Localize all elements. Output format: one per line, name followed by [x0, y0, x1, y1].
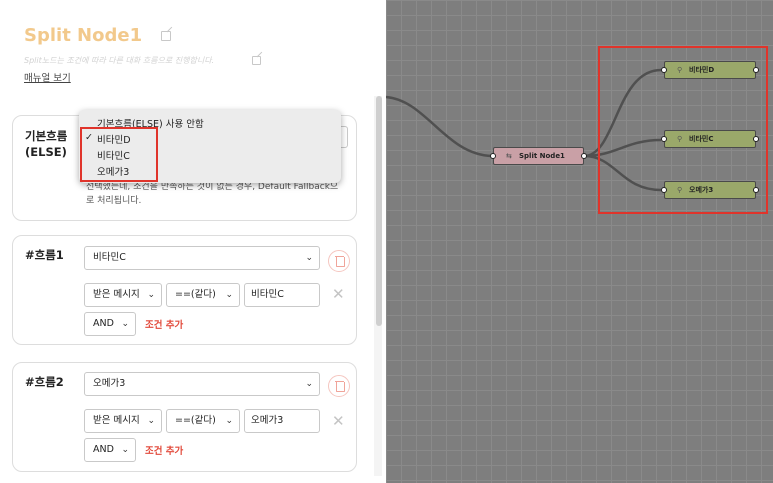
flow-target-select[interactable]: 비타민C ⌄ [84, 246, 320, 270]
add-condition-button[interactable]: 조건 추가 [145, 443, 183, 457]
condition-logic-select[interactable]: AND ⌄ [84, 438, 136, 462]
condition-operator-select[interactable]: ==(같다) ⌄ [166, 409, 240, 433]
page-title: Split Node1 [24, 25, 143, 46]
remove-condition-icon[interactable]: ✕ [332, 287, 345, 302]
chevron-down-icon: ⌄ [121, 445, 129, 455]
manual-link[interactable]: 매뉴얼 보기 [24, 70, 71, 84]
flow-target-select[interactable]: 오메가3 ⌄ [84, 372, 320, 396]
remove-condition-icon[interactable]: ✕ [332, 414, 345, 429]
condition-operator-value: ==(같다) [175, 415, 216, 426]
else-flow-label: 기본흐름 (ELSE) [25, 129, 68, 159]
chevron-down-icon: ⌄ [225, 416, 233, 426]
page-subtitle: Split노드는 조건에 따라 다른 대화 흐름으로 진행합니다. [24, 56, 215, 65]
condition-logic-value: AND [93, 318, 114, 329]
flow-label: #흐름2 [25, 375, 64, 389]
delete-flow-icon[interactable] [328, 250, 350, 272]
chevron-down-icon: ⌄ [305, 379, 313, 389]
flow-label: #흐름1 [25, 248, 64, 262]
flow-canvas[interactable]: ⇆ Split Node1 ⚲ 비타민D ⚲ 비타민C ⚲ 오메가3 [386, 0, 773, 483]
delete-flow-icon[interactable] [328, 375, 350, 397]
split-node[interactable]: ⇆ Split Node1 [493, 147, 584, 165]
flow-target-value: 오메가3 [93, 378, 126, 389]
edit-subtitle-icon[interactable] [252, 56, 261, 65]
condition-value-input[interactable]: 오메가3 [244, 409, 320, 433]
flow-target-value: 비타민C [93, 252, 126, 263]
condition-logic-value: AND [93, 444, 114, 455]
chevron-down-icon: ⌄ [147, 290, 155, 300]
chevron-down-icon: ⌄ [147, 416, 155, 426]
highlight-box-options [80, 127, 158, 182]
condition-field-value: 받은 메시지 [93, 415, 140, 426]
split-node-input-port[interactable] [490, 153, 496, 159]
else-flow-description: 선택했는데, 조건을 만족하는 것이 없는 경우, Default Fallba… [86, 182, 339, 206]
condition-field-select[interactable]: 받은 메시지 ⌄ [84, 283, 162, 307]
chevron-down-icon: ⌄ [305, 253, 313, 263]
split-node-label: Split Node1 [519, 152, 565, 160]
condition-logic-select[interactable]: AND ⌄ [84, 312, 136, 336]
add-condition-button[interactable]: 조건 추가 [145, 317, 183, 331]
highlight-box-nodes [598, 46, 768, 214]
split-node-output-port[interactable] [581, 153, 587, 159]
chevron-down-icon: ⌄ [121, 319, 129, 329]
chevron-down-icon: ⌄ [225, 290, 233, 300]
split-icon: ⇆ [506, 152, 512, 160]
condition-field-value: 받은 메시지 [93, 289, 140, 300]
condition-value-input[interactable]: 비타민C [244, 283, 320, 307]
condition-operator-select[interactable]: ==(같다) ⌄ [166, 283, 240, 307]
condition-field-select[interactable]: 받은 메시지 ⌄ [84, 409, 162, 433]
edit-title-icon[interactable] [161, 31, 171, 41]
split-node-settings-panel: Split Node1 Split노드는 조건에 따라 다른 대화 흐름으로 진… [0, 0, 386, 483]
scrollbar-thumb[interactable] [376, 96, 382, 326]
condition-operator-value: ==(같다) [175, 289, 216, 300]
